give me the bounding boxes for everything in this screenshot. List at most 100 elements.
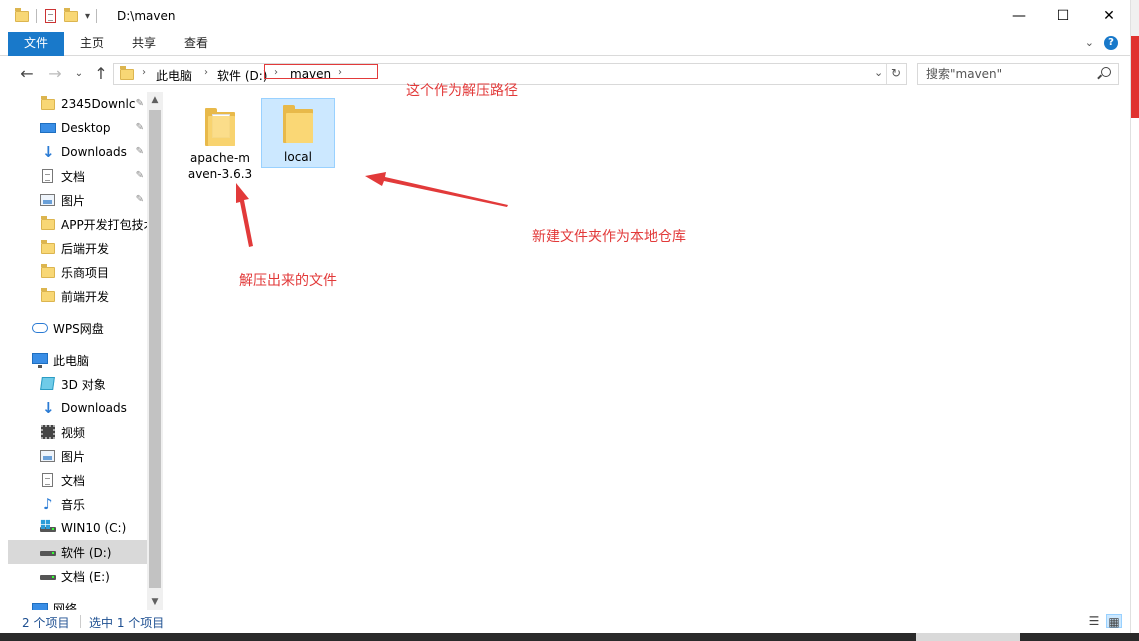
tab-home[interactable]: 主页 (66, 32, 118, 56)
nav-item-pictures[interactable]: 图片 ✎ (8, 188, 148, 212)
maximize-button[interactable]: ☐ (1040, 0, 1086, 32)
separator (36, 9, 37, 23)
nav-item-app-packaging[interactable]: APP开发打包技术 (8, 212, 148, 236)
folder-icon (40, 264, 56, 280)
background-window (1130, 0, 1139, 641)
nav-item-this-pc[interactable]: 此电脑 (8, 348, 148, 372)
folder-icon (205, 108, 235, 146)
breadcrumb-drive-d[interactable]: 软件 (D:) (217, 67, 267, 84)
drive-icon (40, 568, 56, 584)
network-icon (32, 600, 48, 610)
separator (96, 9, 98, 23)
folder-icon (40, 216, 56, 232)
back-button[interactable]: ← (18, 64, 36, 84)
download-icon: ↓ (42, 143, 55, 161)
nav-item-pc-pictures[interactable]: 图片 (8, 444, 148, 468)
picture-icon (40, 192, 56, 208)
nav-item-videos[interactable]: 视频 (8, 420, 148, 444)
document-icon (40, 472, 56, 488)
up-button[interactable]: ↑ (92, 64, 110, 84)
annotation-extract-path: 这个作为解压路径 (406, 83, 518, 99)
separator (80, 615, 81, 628)
nav-item-3d-objects[interactable]: 3D 对象 (8, 372, 148, 396)
video-icon (40, 424, 56, 440)
recent-locations-button[interactable]: ⌄ (70, 64, 88, 84)
nav-item-pc-downloads[interactable]: ↓ Downloads (8, 396, 148, 420)
windows-drive-icon (40, 519, 56, 536)
large-icons-view-icon[interactable]: ▦ (1106, 614, 1122, 629)
taskbar (0, 633, 1139, 641)
ribbon: 文件 主页 共享 查看 ⌄ ? (0, 32, 1130, 56)
folder-icon (40, 240, 56, 256)
search-input[interactable] (926, 66, 1096, 82)
drive-icon (40, 544, 56, 560)
address-dropdown-button[interactable]: ⌄ (874, 66, 883, 79)
customize-toolbar-icon[interactable]: ▾ (85, 11, 90, 22)
nav-item-backend[interactable]: 后端开发 (8, 236, 148, 260)
pin-icon: ✎ (135, 98, 144, 109)
chevron-right-icon[interactable]: › (204, 67, 208, 78)
desktop-icon (40, 120, 56, 136)
nav-scrollbar[interactable]: ▲ ▼ (147, 92, 163, 610)
chevron-right-icon[interactable]: › (142, 67, 146, 78)
folder-icon (119, 66, 135, 82)
folder-icon (14, 8, 30, 24)
nav-item-drive-d[interactable]: 软件 (D:) (8, 540, 148, 564)
minimize-button[interactable]: — (996, 0, 1042, 32)
nav-item-wps-cloud[interactable]: WPS网盘 (8, 316, 148, 340)
scroll-down-icon[interactable]: ▼ (147, 594, 163, 610)
tab-file[interactable]: 文件 (8, 32, 64, 56)
new-folder-icon[interactable] (63, 8, 79, 24)
nav-item-network[interactable]: 网络 (8, 596, 148, 610)
nav-item-music[interactable]: ♪ 音乐 (8, 492, 148, 516)
forward-button[interactable]: → (46, 64, 64, 84)
annotation-local-repo: 新建文件夹作为本地仓库 (532, 229, 686, 245)
navigation-pane: 2345Downlc ✎ Desktop ✎ ↓ Downloads ✎ 文档 ✎ 图片 ✎… (0, 92, 163, 610)
breadcrumb-this-pc[interactable]: 此电脑 (156, 67, 192, 84)
separator (886, 64, 887, 84)
file-item-local[interactable]: local (261, 98, 335, 168)
tab-share[interactable]: 共享 (118, 32, 170, 56)
properties-icon[interactable] (43, 8, 57, 24)
download-icon: ↓ (42, 399, 55, 417)
pin-icon: ✎ (135, 170, 144, 181)
3d-objects-icon (40, 376, 56, 392)
computer-icon (32, 352, 48, 368)
quick-access-toolbar: ▾ (14, 7, 98, 25)
pin-icon: ✎ (135, 146, 144, 157)
pin-icon: ✎ (135, 194, 144, 205)
file-name: local (284, 150, 312, 164)
file-item-apache-maven[interactable]: apache-m aven-3.6.3 (183, 102, 257, 186)
address-row: ← → ⌄ ↑ › 此电脑 › 软件 (D:) › maven › ⌄ ↻ (0, 56, 1130, 92)
nav-item-drive-c[interactable]: WIN10 (C:) (8, 516, 148, 540)
refresh-button[interactable]: ↻ (891, 66, 901, 80)
item-count: 2 个项目 (22, 616, 70, 630)
path-highlight-box (264, 64, 378, 79)
expand-ribbon-icon[interactable]: ⌄ (1085, 36, 1094, 50)
scrollbar-thumb[interactable] (149, 110, 161, 588)
nav-item-leshang[interactable]: 乐商项目 (8, 260, 148, 284)
search-box[interactable] (917, 63, 1119, 85)
nav-item-frontend[interactable]: 前端开发 (8, 284, 148, 308)
nav-item-pc-documents[interactable]: 文档 (8, 468, 148, 492)
nav-item-2345downloads[interactable]: 2345Downlc ✎ (8, 92, 148, 116)
scroll-up-icon[interactable]: ▲ (147, 92, 163, 108)
tab-view[interactable]: 查看 (170, 32, 222, 56)
details-view-icon[interactable]: ☰ (1086, 614, 1102, 628)
picture-icon (40, 448, 56, 464)
nav-item-drive-e[interactable]: 文档 (E:) (8, 564, 148, 588)
file-list: apache-m aven-3.6.3 local (163, 92, 1130, 610)
nav-item-desktop[interactable]: Desktop ✎ (8, 116, 148, 140)
nav-item-documents[interactable]: 文档 ✎ (8, 164, 148, 188)
folder-icon (40, 96, 56, 112)
pin-icon: ✎ (135, 122, 144, 133)
close-button[interactable]: ✕ (1086, 0, 1132, 32)
nav-item-downloads[interactable]: ↓ Downloads ✎ (8, 140, 148, 164)
status-bar: 2 个项目 选中 1 个项目 ☰ ▦ (0, 610, 1130, 633)
help-icon[interactable]: ? (1104, 36, 1118, 50)
document-icon (40, 168, 56, 184)
music-icon: ♪ (43, 495, 53, 513)
selection-count: 选中 1 个项目 (89, 616, 165, 630)
title-bar: ▾ D:\maven — ☐ ✕ (0, 0, 1130, 32)
search-icon[interactable] (1097, 67, 1111, 80)
